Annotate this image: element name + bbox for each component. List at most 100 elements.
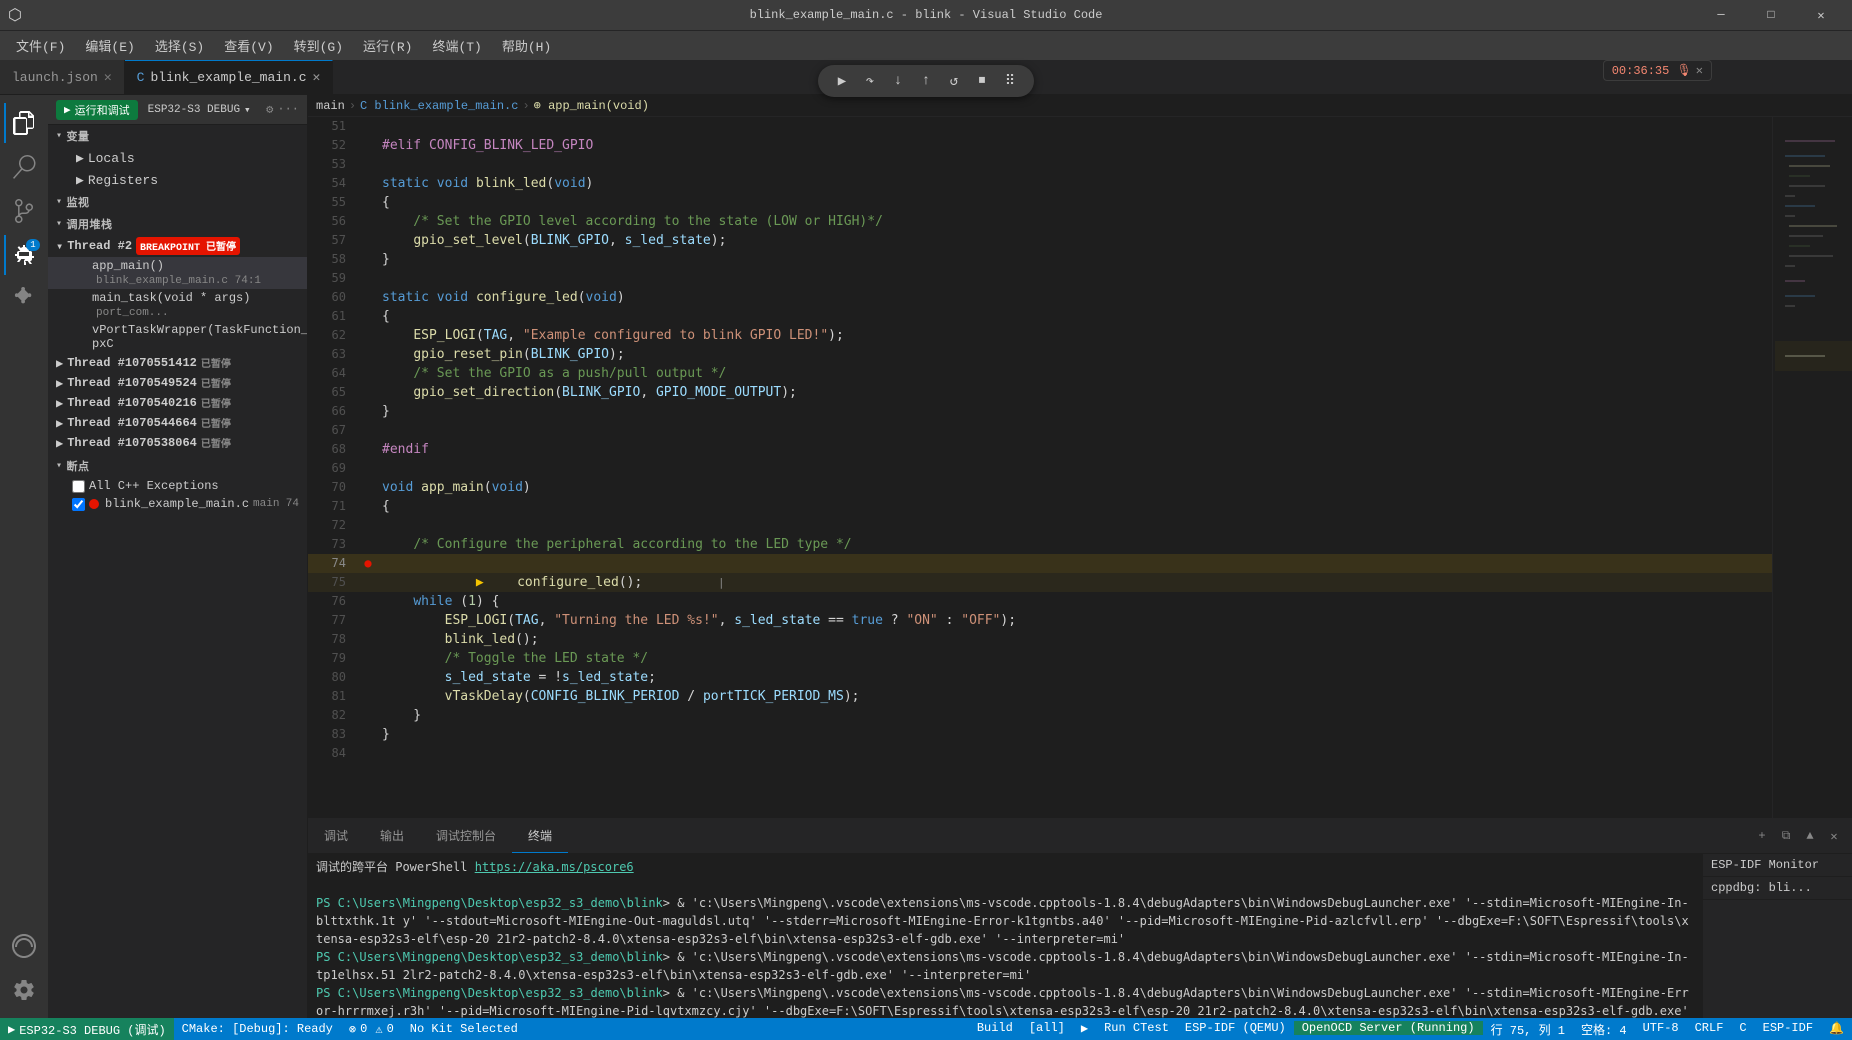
warning-icon: ⚠ bbox=[375, 1022, 382, 1037]
status-language[interactable]: C bbox=[1731, 1021, 1754, 1035]
status-encoding[interactable]: UTF-8 bbox=[1635, 1021, 1687, 1035]
menu-select[interactable]: 选择(S) bbox=[147, 32, 212, 59]
status-errors[interactable]: ⊗ 0 ⚠ 0 bbox=[341, 1018, 402, 1040]
run-debug-button[interactable]: ▶ ▶ 运行和调试 运行和调试 bbox=[56, 100, 138, 120]
status-run-ctest[interactable]: Run CTest bbox=[1096, 1021, 1177, 1035]
tab-blink-main[interactable]: C blink_example_main.c ✕ bbox=[125, 60, 334, 94]
status-debug-section[interactable]: ▶ ESP32-S3 DEBUG (调试) bbox=[0, 1018, 174, 1040]
thread-1070540216[interactable]: ▶ Thread #1070540216 已暂停 bbox=[48, 393, 307, 413]
extensions-icon[interactable] bbox=[4, 279, 44, 319]
locals-item[interactable]: ▶ Locals bbox=[48, 147, 307, 169]
bp-blink-main[interactable]: blink_example_main.c main 74 bbox=[48, 495, 307, 513]
breadcrumb-file[interactable]: C blink_example_main.c bbox=[360, 99, 518, 113]
remote-icon[interactable] bbox=[4, 926, 44, 966]
drag-handle[interactable]: ⠿ bbox=[998, 69, 1022, 93]
continue-button[interactable]: ▶ bbox=[830, 69, 854, 93]
status-line-col[interactable]: 行 75, 列 1 bbox=[1483, 1021, 1573, 1038]
callstack-section-header[interactable]: ▾ 调用堆栈 bbox=[48, 213, 307, 235]
terminal-cppdbg[interactable]: cppdbg: bli... bbox=[1703, 877, 1852, 900]
terminal-line: PS C:\Users\Mingpeng\Desktop\esp32_s3_de… bbox=[316, 894, 1694, 948]
chevron-icon: ▾ bbox=[56, 130, 63, 142]
menu-goto[interactable]: 转到(G) bbox=[286, 32, 351, 59]
restart-button[interactable]: ↺ bbox=[942, 69, 966, 93]
status-build-all[interactable]: [all] bbox=[1021, 1021, 1073, 1035]
stop-button[interactable]: ⏹ bbox=[970, 69, 994, 93]
more-actions-icon[interactable]: ··· bbox=[277, 102, 299, 117]
bp-checkbox[interactable] bbox=[72, 498, 85, 511]
debug-config-selector[interactable]: ESP32-S3 DEBUG ▾ bbox=[142, 101, 257, 119]
split-terminal-button[interactable]: ⧉ bbox=[1776, 826, 1796, 846]
panel-tab-debug[interactable]: 调试 bbox=[308, 819, 364, 853]
status-openocd[interactable]: OpenOCD Server (Running) bbox=[1294, 1021, 1483, 1035]
explorer-icon[interactable] bbox=[4, 103, 44, 143]
settings-icon[interactable] bbox=[4, 970, 44, 1010]
tab-launch-json[interactable]: launch.json ✕ bbox=[0, 60, 125, 94]
status-eol[interactable]: CRLF bbox=[1687, 1021, 1732, 1035]
minimap[interactable] bbox=[1772, 117, 1852, 818]
breadcrumb-function[interactable]: ⊕ app_main(void) bbox=[534, 98, 649, 113]
status-play[interactable]: ▶ bbox=[1073, 1021, 1096, 1036]
table-row: 70 void app_main(void) bbox=[308, 478, 1772, 497]
bell-icon: 🔔 bbox=[1829, 1021, 1844, 1036]
step-out-button[interactable]: ↑ bbox=[914, 69, 938, 93]
thread-1070551412[interactable]: ▶ Thread #1070551412 已暂停 bbox=[48, 353, 307, 373]
menu-file[interactable]: 文件(F) bbox=[8, 32, 73, 59]
menu-run[interactable]: 运行(R) bbox=[355, 32, 420, 59]
bp-checkbox[interactable] bbox=[72, 480, 85, 493]
terminal-esp-idf[interactable]: ESP-IDF Monitor bbox=[1703, 854, 1852, 877]
panel-tab-terminal[interactable]: 终端 bbox=[512, 819, 568, 853]
watch-section-header[interactable]: ▾ 监视 bbox=[48, 191, 307, 213]
status-esp-idf-qemu[interactable]: ESP-IDF (QEMU) bbox=[1177, 1021, 1294, 1035]
debug-controls: ▶ ↷ ↓ ↑ ↺ ⏹ ⠿ bbox=[818, 65, 1034, 97]
menu-edit[interactable]: 编辑(E) bbox=[77, 32, 142, 59]
frame-vport[interactable]: vPortTaskWrapper(TaskFunction_t pxC bbox=[48, 321, 307, 353]
menu-help[interactable]: 帮助(H) bbox=[494, 32, 559, 59]
table-row: 52 #elif CONFIG_BLINK_LED_GPIO bbox=[308, 136, 1772, 155]
close-panel-button[interactable]: ✕ bbox=[1824, 826, 1844, 846]
menu-view[interactable]: 查看(V) bbox=[216, 32, 281, 59]
breakpoints-section-header[interactable]: ▾ 断点 bbox=[48, 455, 307, 477]
code-container[interactable]: 51 52 #elif CONFIG_BLINK_LED_GPIO 53 bbox=[308, 117, 1772, 818]
close-button[interactable]: ✕ bbox=[1798, 0, 1844, 30]
thread-2[interactable]: ▾ Thread #2 BREAKPOINT 已暂停 bbox=[48, 235, 307, 257]
status-spaces[interactable]: 空格: 4 bbox=[1573, 1021, 1635, 1038]
status-cmake[interactable]: CMake: [Debug]: Ready bbox=[174, 1018, 341, 1040]
debug-session-label: ESP32-S3 DEBUG (调试) bbox=[19, 1021, 165, 1038]
table-row: 67 bbox=[308, 421, 1772, 440]
bp-all-cpp[interactable]: All C++ Exceptions bbox=[48, 477, 307, 495]
step-over-button[interactable]: ↷ bbox=[858, 69, 882, 93]
status-no-kit[interactable]: No Kit Selected bbox=[402, 1018, 526, 1040]
thread-1070544664[interactable]: ▶ Thread #1070544664 已暂停 bbox=[48, 413, 307, 433]
add-terminal-button[interactable]: + bbox=[1752, 826, 1772, 846]
thread-1070538064[interactable]: ▶ Thread #1070538064 已暂停 bbox=[48, 433, 307, 453]
status-build[interactable]: Build bbox=[969, 1021, 1021, 1035]
variables-section-header[interactable]: ▾ 变量 bbox=[48, 125, 307, 147]
source-control-icon[interactable] bbox=[4, 191, 44, 231]
no-kit-label: No Kit Selected bbox=[410, 1022, 518, 1036]
table-row: 78 blink_led(); bbox=[308, 630, 1772, 649]
maximize-button[interactable]: □ bbox=[1748, 0, 1794, 30]
maximize-panel-button[interactable]: ▲ bbox=[1800, 826, 1820, 846]
thread-1070549524[interactable]: ▶ Thread #1070549524 已暂停 bbox=[48, 373, 307, 393]
registers-item[interactable]: ▶ Registers bbox=[48, 169, 307, 191]
timer-close[interactable]: ✕ bbox=[1696, 63, 1703, 78]
debug-icon[interactable]: 1 bbox=[4, 235, 44, 275]
breakpoints-label: 断点 bbox=[67, 458, 90, 474]
chevron-icon: ▾ bbox=[56, 239, 63, 254]
panel-tab-debug-console[interactable]: 调试控制台 bbox=[420, 819, 512, 853]
frame-main-task[interactable]: main_task(void * args) port_com... bbox=[48, 289, 307, 321]
panel-tabs: 调试 输出 调试控制台 终端 + ⧉ ▲ ✕ bbox=[308, 819, 1852, 854]
status-bell[interactable]: 🔔 bbox=[1821, 1021, 1852, 1036]
settings-gear-icon[interactable]: ⚙ bbox=[266, 102, 273, 117]
minimize-button[interactable]: ─ bbox=[1698, 0, 1744, 30]
minimap-content bbox=[1773, 117, 1852, 818]
menu-terminal[interactable]: 终端(T) bbox=[424, 32, 489, 59]
panel-content[interactable]: 调试的跨平台 PowerShell https://aka.ms/pscore6… bbox=[308, 854, 1702, 1018]
search-icon[interactable] bbox=[4, 147, 44, 187]
tab-close-icon[interactable]: ✕ bbox=[104, 70, 112, 85]
status-esp-idf[interactable]: ESP-IDF bbox=[1755, 1021, 1821, 1035]
frame-app-main[interactable]: app_main() blink_example_main.c 74:1 bbox=[48, 257, 307, 289]
tab-close-icon[interactable]: ✕ bbox=[313, 70, 321, 85]
panel-tab-output[interactable]: 输出 bbox=[364, 819, 420, 853]
step-into-button[interactable]: ↓ bbox=[886, 69, 910, 93]
